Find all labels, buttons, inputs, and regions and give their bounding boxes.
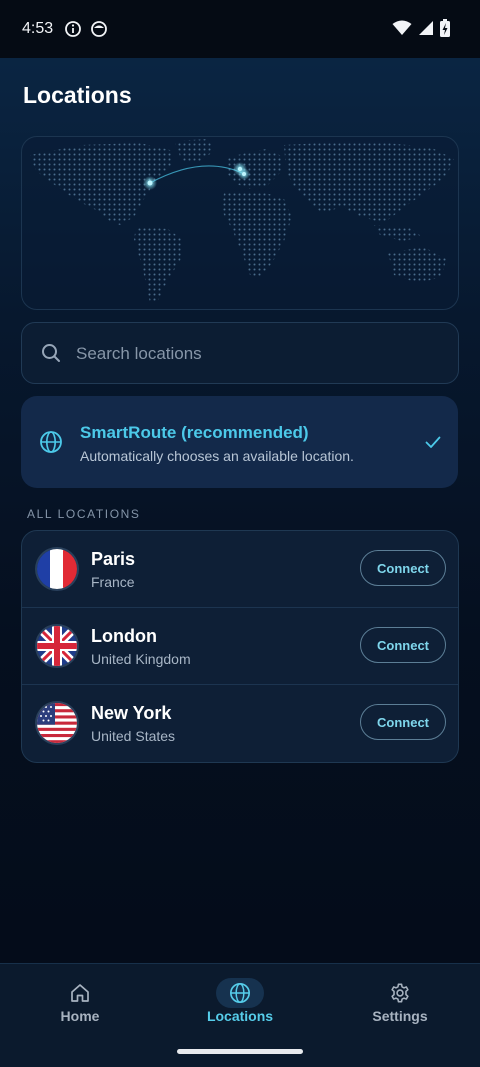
uk-flag-icon <box>37 626 77 666</box>
smartroute-option[interactable]: SmartRoute (recommended) Automatically c… <box>21 396 458 488</box>
status-icons-right <box>392 19 450 37</box>
location-country: France <box>91 574 135 590</box>
nav-item-home[interactable]: Home <box>0 964 160 1044</box>
us-flag-icon <box>37 703 77 743</box>
globe-icon <box>40 431 62 453</box>
nav-label: Home <box>60 1008 100 1024</box>
world-map <box>30 139 454 303</box>
nav-item-locations[interactable]: Locations <box>160 964 320 1044</box>
globe-icon <box>230 983 250 1003</box>
location-city: London <box>91 626 157 646</box>
connect-button-paris[interactable]: Connect <box>360 550 446 586</box>
location-country: United Kingdom <box>91 651 191 667</box>
search-icon <box>42 344 60 362</box>
vpn-shield-icon <box>91 21 107 37</box>
connect-button-london[interactable]: Connect <box>360 627 446 663</box>
home-icon <box>71 984 89 1002</box>
info-icon <box>65 21 81 37</box>
location-row-new-york[interactable]: New York United States Connect <box>22 685 458 762</box>
status-icons-left <box>64 20 108 38</box>
nav-icon-container <box>216 978 264 1008</box>
status-bar: 4:53 <box>0 0 480 58</box>
gear-icon <box>391 983 409 1003</box>
battery-icon <box>440 19 450 37</box>
smartroute-title: SmartRoute (recommended) <box>80 423 309 442</box>
search-input[interactable] <box>74 323 448 385</box>
france-flag-icon <box>37 549 77 589</box>
wifi-icon <box>392 20 412 35</box>
location-country: United States <box>91 728 176 744</box>
signal-icon <box>419 21 433 35</box>
search-box[interactable] <box>21 322 459 385</box>
nav-icon-container <box>376 978 424 1008</box>
location-city: New York <box>91 703 172 723</box>
smartroute-subtitle: Automatically chooses an available locat… <box>80 448 354 464</box>
section-label-all-locations: ALL LOCATIONS <box>27 507 141 521</box>
world-map-card <box>21 136 459 310</box>
location-row-london[interactable]: London United Kingdom Connect <box>22 608 458 685</box>
check-icon <box>425 436 441 448</box>
location-city: Paris <box>91 549 136 569</box>
status-time: 4:53 <box>22 20 54 37</box>
locations-list: Paris France Connect London United Kingd… <box>21 530 459 763</box>
connect-button-new-york[interactable]: Connect <box>360 704 446 740</box>
nav-icon-container <box>56 978 104 1008</box>
location-row-paris[interactable]: Paris France Connect <box>22 531 458 608</box>
page-title: Locations <box>23 82 132 108</box>
nav-label: Locations <box>206 1008 274 1024</box>
gesture-handle[interactable] <box>177 1049 303 1054</box>
nav-item-settings[interactable]: Settings <box>320 964 480 1044</box>
nav-label: Settings <box>372 1008 428 1024</box>
